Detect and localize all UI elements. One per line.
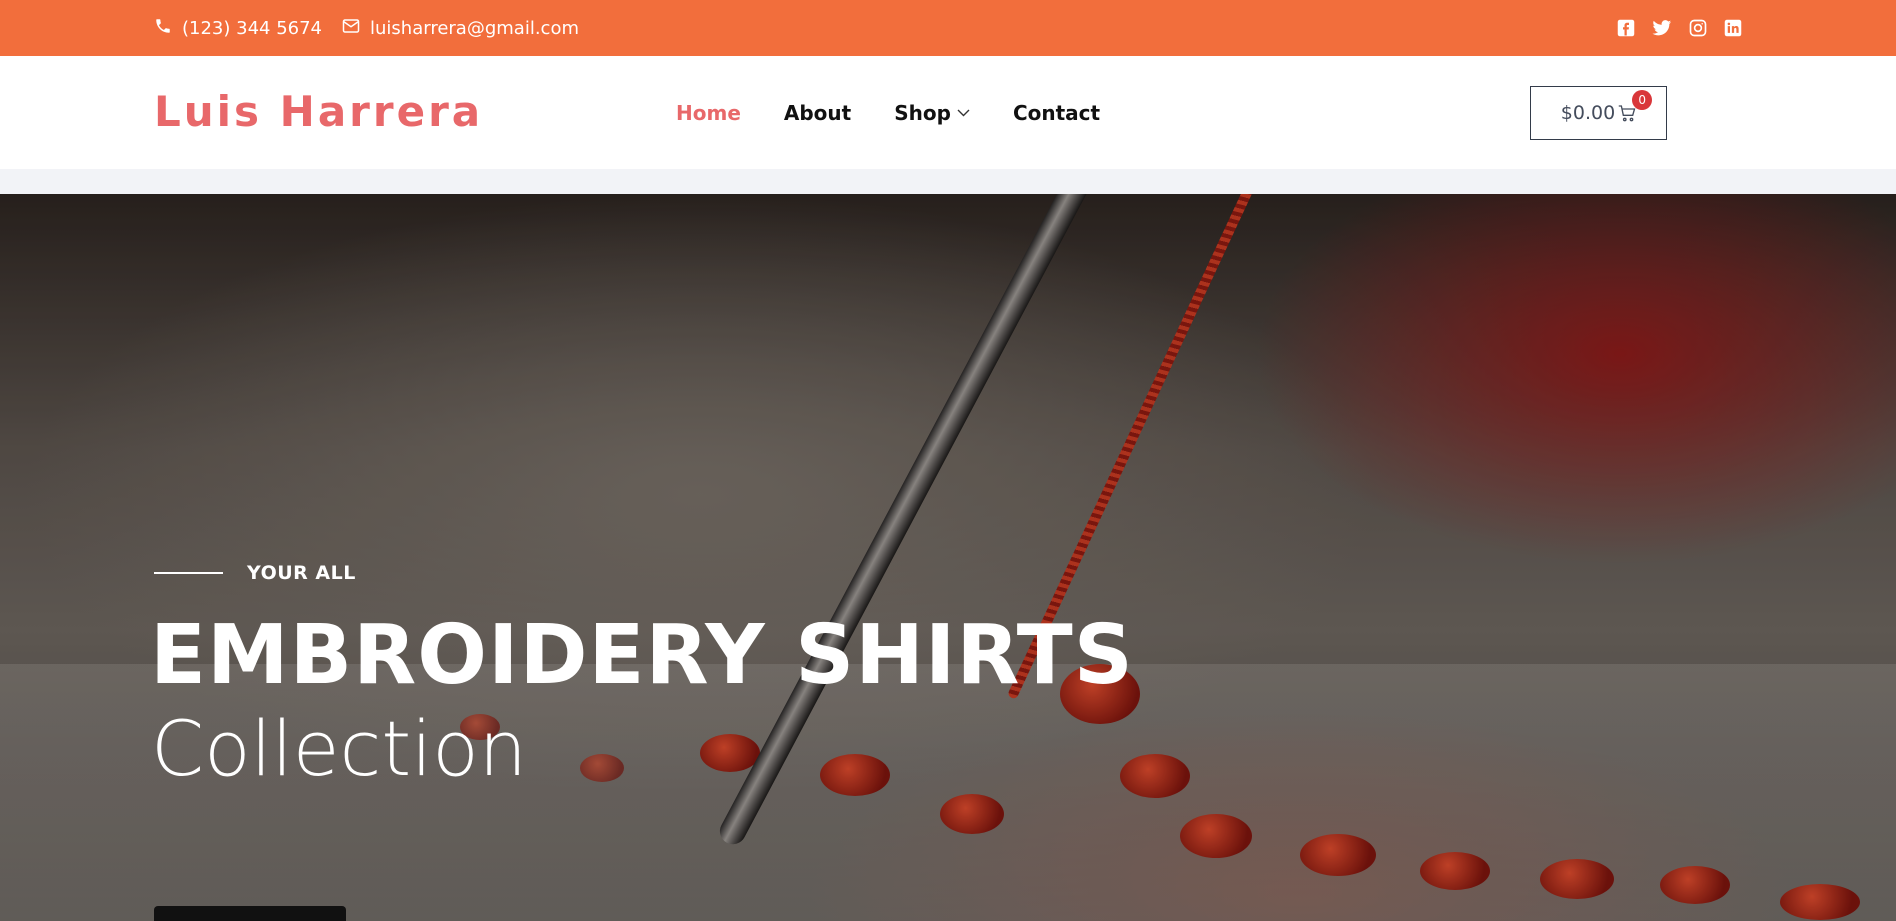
nav-item-label: Home (676, 100, 741, 125)
linkedin-icon[interactable] (1724, 19, 1742, 37)
nav-item-label: Contact (1012, 100, 1101, 125)
eyebrow-line (154, 572, 223, 574)
phone-number: (123) 344 5674 (182, 17, 323, 39)
phone-contact[interactable]: (123) 344 5674 (154, 17, 322, 40)
cart-count-badge: 0 (1632, 89, 1653, 110)
hero-cta-button[interactable] (154, 906, 346, 921)
cart-button[interactable]: $0.00 0 (1530, 86, 1667, 140)
nav-item-contact[interactable]: Contact (1013, 101, 1100, 125)
nav-item-about[interactable]: About (784, 101, 851, 125)
main-nav: Home About Shop Contact (676, 56, 1143, 169)
envelope-icon (342, 18, 370, 39)
hero-headline: EMBROIDERY SHIRTS (150, 608, 1134, 703)
hero-eyebrow: YOUR ALL (154, 562, 356, 584)
nav-item-home[interactable]: Home (676, 101, 741, 125)
nav-item-label: Shop (894, 100, 951, 125)
site-logo[interactable]: Luis Harrera (154, 88, 483, 136)
hero-overlay (0, 194, 1896, 921)
facebook-icon[interactable] (1617, 19, 1635, 37)
twitter-icon[interactable] (1652, 19, 1672, 37)
nav-item-label: About (783, 100, 852, 125)
instagram-icon[interactable] (1689, 19, 1707, 37)
eyebrow-text: YOUR ALL (247, 562, 356, 584)
site-header: Luis Harrera Home About Shop Contact $0.… (0, 56, 1896, 169)
email-address: luisharrera@gmail.com (370, 17, 579, 39)
contact-info: (123) 344 5674 luisharrera@gmail.com (154, 0, 599, 56)
social-links (1600, 0, 1742, 56)
top-bar: (123) 344 5674 luisharrera@gmail.com (0, 0, 1896, 56)
email-contact[interactable]: luisharrera@gmail.com (342, 18, 579, 39)
hero-subline: Collection (151, 704, 527, 793)
header-divider-strip (0, 169, 1896, 194)
nav-item-shop[interactable]: Shop (894, 101, 970, 125)
phone-icon (154, 17, 182, 40)
chevron-down-icon (957, 109, 970, 117)
cart-icon: 0 (1618, 89, 1653, 122)
cart-total: $0.00 (1560, 102, 1616, 124)
hero-banner: YOUR ALL EMBROIDERY SHIRTS Collection (0, 194, 1896, 921)
